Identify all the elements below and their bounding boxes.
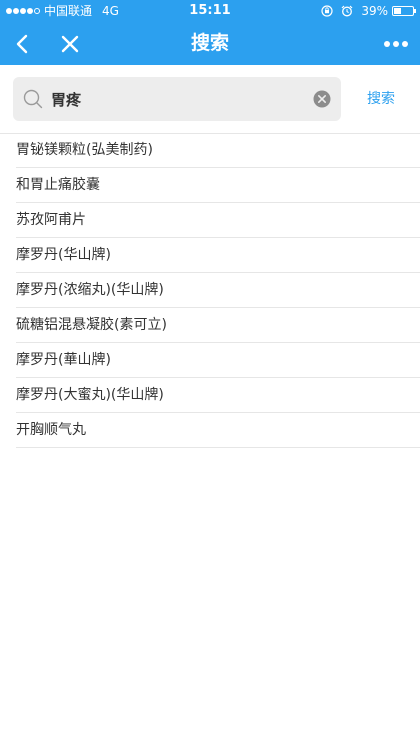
more-dots-icon <box>384 40 408 47</box>
result-item[interactable]: 硫糖铝混悬凝胶(素可立) <box>16 308 420 343</box>
result-item[interactable]: 和胃止痛胶囊 <box>16 168 420 203</box>
alarm-clock-icon <box>341 5 353 17</box>
result-item[interactable]: 开胸顺气丸 <box>16 413 420 448</box>
search-box[interactable] <box>13 77 341 121</box>
more-button[interactable] <box>376 22 416 65</box>
search-area: 搜索 <box>0 65 420 134</box>
result-item[interactable]: 摩罗丹(华山牌) <box>16 238 420 273</box>
battery-percent: 39% <box>361 4 388 18</box>
result-item[interactable]: 摩罗丹(浓缩丸)(华山牌) <box>16 273 420 308</box>
result-item[interactable]: 摩罗丹(大蜜丸)(华山牌) <box>16 378 420 413</box>
orientation-lock-icon <box>321 5 333 17</box>
search-button[interactable]: 搜索 <box>358 77 404 121</box>
screen: 中国联通 4G 15:11 39% 搜索 胃疼 搜索 胃铋镁颗粒(弘美制药) 和… <box>0 0 420 747</box>
page-title: 搜索 <box>190 32 229 54</box>
result-item[interactable]: 胃铋镁颗粒(弘美制药) <box>16 133 420 168</box>
battery-icon <box>392 6 416 16</box>
header: 中国联通 4G 15:11 39% 搜索 <box>0 0 420 65</box>
result-item[interactable]: 摩罗丹(華山牌) <box>16 343 420 378</box>
clear-input-icon[interactable] <box>313 90 331 108</box>
status-right: 39% <box>321 0 416 22</box>
status-bar: 中国联通 4G 15:11 39% <box>0 0 420 22</box>
search-input[interactable] <box>51 77 311 121</box>
results-list: 胃铋镁颗粒(弘美制药) 和胃止痛胶囊 苏孜阿甫片 摩罗丹(华山牌) 摩罗丹(浓缩丸)(华… <box>16 133 420 448</box>
nav-bar: 搜索 <box>0 22 420 65</box>
result-item[interactable]: 苏孜阿甫片 <box>16 203 420 238</box>
search-icon <box>23 89 43 109</box>
